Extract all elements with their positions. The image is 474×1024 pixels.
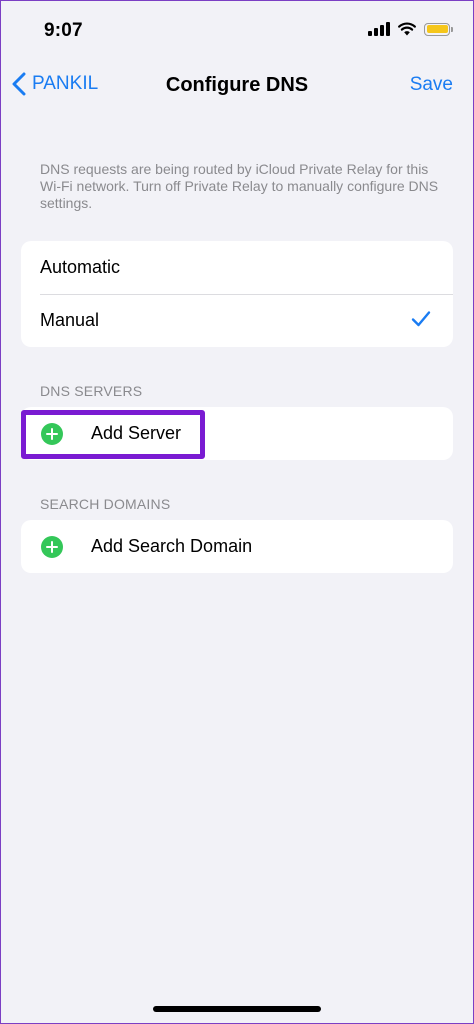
navigation-bar: PANKIL Configure DNS Save bbox=[0, 60, 474, 110]
add-server-button[interactable]: Add Server bbox=[21, 407, 453, 460]
save-button[interactable]: Save bbox=[410, 74, 453, 96]
dns-mode-group: Automatic Manual bbox=[21, 241, 453, 347]
dns-servers-header: DNS SERVERS bbox=[40, 383, 143, 399]
home-indicator[interactable] bbox=[153, 1006, 321, 1012]
add-server-label: Add Server bbox=[91, 423, 182, 443]
search-domains-group: Add Search Domain bbox=[21, 520, 453, 573]
mode-option-label: Manual bbox=[40, 310, 100, 330]
search-domains-header: SEARCH DOMAINS bbox=[40, 496, 171, 512]
add-search-domain-label: Add Search Domain bbox=[91, 536, 253, 556]
add-search-domain-button[interactable]: Add Search Domain bbox=[21, 520, 453, 573]
status-bar: 9:07 bbox=[0, 0, 474, 60]
dns-servers-group: Add Server bbox=[21, 407, 453, 460]
wifi-icon bbox=[398, 22, 416, 36]
checkmark-icon bbox=[411, 311, 431, 327]
battery-icon bbox=[424, 22, 453, 36]
screen-frame bbox=[0, 0, 474, 1024]
status-icons bbox=[368, 22, 453, 36]
mode-option-automatic[interactable]: Automatic bbox=[21, 241, 453, 294]
status-time: 9:07 bbox=[44, 20, 83, 41]
page-title: Configure DNS bbox=[165, 74, 309, 96]
add-circle-icon bbox=[41, 422, 63, 445]
mode-option-label: Automatic bbox=[40, 257, 121, 277]
cellular-signal-icon bbox=[368, 22, 390, 36]
mode-option-manual[interactable]: Manual bbox=[21, 294, 453, 347]
private-relay-notice: DNS requests are being routed by iCloud … bbox=[40, 161, 439, 211]
add-circle-icon bbox=[41, 535, 63, 558]
